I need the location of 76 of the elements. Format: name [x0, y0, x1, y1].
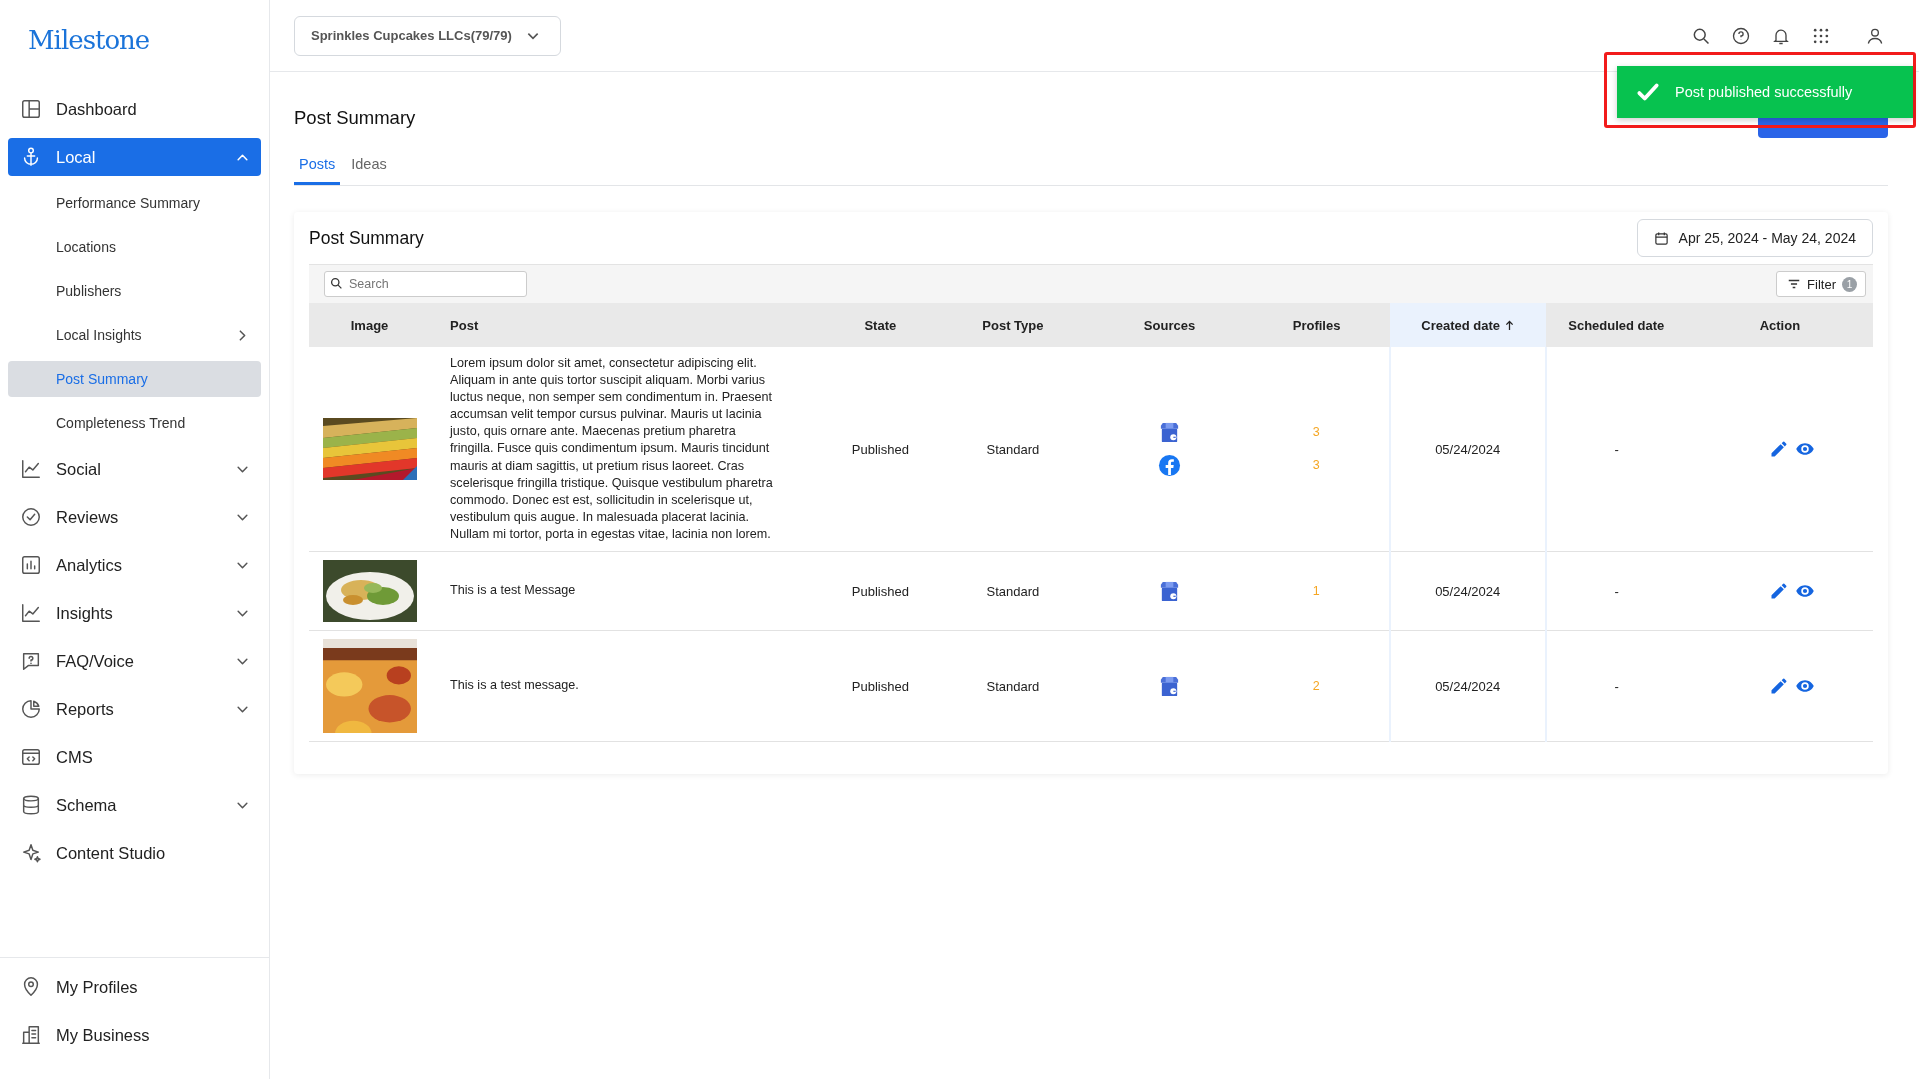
- storefront-icon: [1158, 579, 1181, 603]
- sparkle-icon: [20, 842, 42, 864]
- nav-item[interactable]: FAQ/Voice: [8, 637, 261, 685]
- column-header[interactable]: Scheduled date: [1545, 303, 1687, 347]
- table-cell: Published: [851, 583, 909, 599]
- calendar-icon: [1653, 230, 1669, 246]
- nav-item[interactable]: Content Studio: [8, 829, 261, 877]
- nav-item[interactable]: My Business: [8, 1011, 261, 1059]
- question-bubble-icon: [20, 650, 42, 672]
- nav-item[interactable]: Reviews: [8, 493, 261, 541]
- nav-item[interactable]: CMS: [8, 733, 261, 781]
- line-chart-icon: [20, 458, 42, 480]
- table-cell: -: [1614, 441, 1619, 457]
- facebook-icon: [1158, 454, 1181, 477]
- nav-item[interactable]: Analytics: [8, 541, 261, 589]
- column-header[interactable]: State: [830, 303, 931, 347]
- help-icon[interactable]: [1731, 25, 1751, 46]
- column-header[interactable]: Created date: [1389, 303, 1546, 347]
- table-cell: Standard: [986, 678, 1040, 694]
- post-text: Lorem ipsum dolor sit amet, consectetur adipiscing elit. Aliquam in ante quis tortor suscipit aliquam. Morbi varius luctus neque, non semper sem condimentum in. Praesent accumsan velit tempor cursus pulvinar. Mauris ut lacinia justo, quis ornare ante. Maecenas pretium pharetra fringilla. Fusce quis condimentum ipsum. Mauris tincidunt mauris at diam sagittis, ut pretium risus laoreet. Cras scelerisque fringilla tristique. Quisque vestibulum pharetra commodo. Donec est est, sollicitudin in scelerisque ut, vestibulum quis augue. In malesuada placerat lacinia. Nullam mi tortor, porta in egestas vitae, lacinia non lorem.: [450, 355, 774, 543]
- table-cell: Published: [851, 678, 909, 694]
- nav-item[interactable]: Dashboard: [8, 85, 261, 133]
- logo[interactable]: Milestone: [0, 0, 269, 80]
- building-icon: [20, 1024, 42, 1046]
- table-cell: 05/24/2024: [1435, 678, 1501, 694]
- nav-item[interactable]: Schema: [8, 781, 261, 829]
- table-cell: Standard: [986, 441, 1040, 457]
- tab[interactable]: Ideas: [346, 148, 392, 185]
- date-range-button[interactable]: Apr 25, 2024 - May 24, 2024: [1636, 219, 1873, 257]
- column-header[interactable]: Sources: [1095, 303, 1244, 347]
- column-header[interactable]: Action: [1686, 303, 1873, 347]
- storefront-icon: [1158, 674, 1181, 698]
- nav-subitem[interactable]: Performance Summary: [8, 181, 261, 225]
- table-cell: Published: [851, 441, 909, 457]
- post-text: This is a test message.: [450, 677, 580, 695]
- filter-button[interactable]: Filter 1: [1776, 271, 1866, 297]
- nav-item[interactable]: Social: [8, 445, 261, 493]
- nav-item[interactable]: Local: [8, 138, 261, 176]
- nav-item[interactable]: Insights: [8, 589, 261, 637]
- filter-label: Filter: [1807, 276, 1836, 292]
- table-cell: 05/24/2024: [1435, 441, 1501, 457]
- nav-item[interactable]: My Profiles: [8, 963, 261, 1011]
- nav-item[interactable]: Reports: [8, 685, 261, 733]
- sort-arrow-icon: [1505, 319, 1515, 331]
- nav-subitem[interactable]: Post Summary: [8, 361, 261, 397]
- line-chart-icon: [20, 602, 42, 624]
- column-header[interactable]: Post Type: [930, 303, 1096, 347]
- card-title: Post Summary: [309, 227, 424, 249]
- search-field[interactable]: Search: [324, 271, 527, 297]
- column-header[interactable]: Post: [430, 303, 831, 347]
- check-circle-icon: [20, 506, 42, 528]
- database-icon: [20, 794, 42, 816]
- toast-message: Post published successfully: [1675, 84, 1853, 100]
- page-title: Post Summary: [294, 107, 416, 129]
- column-header[interactable]: Image: [309, 303, 431, 347]
- date-range: Apr 25, 2024 - May 24, 2024: [1678, 230, 1856, 246]
- storefront-icon: [1158, 421, 1181, 444]
- nav-subitem[interactable]: Locations: [8, 225, 261, 269]
- nav-subitem[interactable]: Completeness Trend: [8, 401, 261, 445]
- column-header[interactable]: Profiles: [1243, 303, 1390, 347]
- filter-icon: [1787, 277, 1802, 291]
- bar-chart-icon: [20, 554, 42, 576]
- code-window-icon: [20, 746, 42, 768]
- nav-subitem[interactable]: Publishers: [8, 269, 261, 313]
- table-cell: 05/24/2024: [1435, 583, 1501, 599]
- table-cell: -: [1614, 678, 1619, 694]
- search-icon: [330, 277, 343, 290]
- table-cell: -: [1614, 583, 1619, 599]
- dashboard-icon: [20, 98, 42, 120]
- account-dropdown[interactable]: Sprinkles Cupcakes LLCs(79/79): [294, 15, 561, 56]
- tab[interactable]: Posts: [294, 148, 341, 185]
- table-cell: Standard: [986, 583, 1040, 599]
- post-text: This is a test Message: [450, 582, 577, 600]
- nav-subitem[interactable]: Local Insights: [8, 313, 261, 357]
- count-badge: 1: [1842, 276, 1857, 292]
- pie-chart-icon: [20, 698, 42, 720]
